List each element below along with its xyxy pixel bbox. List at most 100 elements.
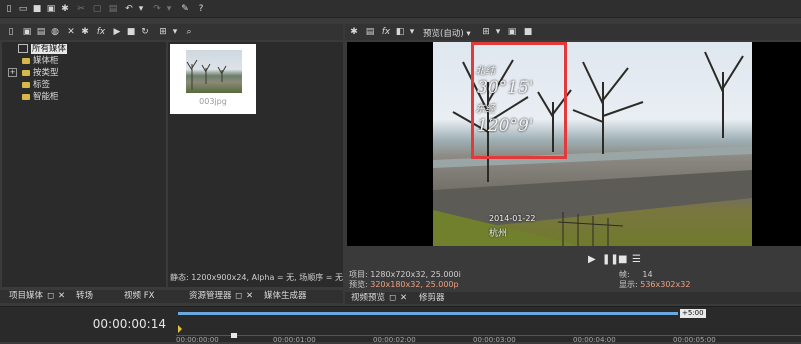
get-media-icon[interactable]: ▤ <box>36 27 46 37</box>
tree-item-all-media[interactable]: 所有媒体 <box>18 44 68 55</box>
chevron-down-icon: ▾ <box>466 29 471 39</box>
folder-icon <box>22 93 30 100</box>
pause-icon[interactable]: ❚❚ <box>602 254 619 265</box>
ruler-label: 00:00:01:00 <box>273 336 316 344</box>
tab-maximize-icon[interactable]: ◻ <box>235 290 242 302</box>
capture-icon[interactable]: ▣ <box>22 27 32 37</box>
media-fx-icon[interactable]: fx <box>96 27 106 37</box>
cursor-marker[interactable] <box>178 325 182 333</box>
preview-resolution-info: 预览: 320x180x32, 25.000p <box>349 280 459 289</box>
save-icon[interactable]: ■ <box>32 4 42 14</box>
place-stamp: 杭州 <box>489 229 508 239</box>
tree-item-tags[interactable]: 标签 <box>22 80 50 91</box>
marker-end-label: +5:00 <box>680 309 706 318</box>
tab-video-fx[interactable]: 视频 FX <box>124 290 154 302</box>
tree-item-by-type[interactable]: + 按类型 <box>8 68 59 79</box>
open-icon[interactable]: ▭ <box>18 4 28 14</box>
properties-icon[interactable]: ✱ <box>60 4 70 14</box>
folder-icon <box>22 57 30 64</box>
remove-icon[interactable]: ✕ <box>66 27 76 37</box>
device-icon[interactable]: ▤ <box>365 27 375 37</box>
video-frame: 北纬 30°15' 东经 120°9' 2014-01-22 杭州 <box>433 42 752 246</box>
media-status: 静态: 1200x900x24, Alpha = 无, 场顺序 = 无( <box>170 273 343 282</box>
tab-maximize-icon[interactable]: ◻ <box>389 292 396 304</box>
cut-icon[interactable]: ✂ <box>76 4 86 14</box>
close-icon[interactable]: ✕ <box>58 290 65 302</box>
video-preview: 北纬 30°15' 东经 120°9' 2014-01-22 杭州 <box>347 42 801 246</box>
play-preview-icon[interactable]: ▶ <box>112 27 122 37</box>
burn-icon[interactable]: ◍ <box>50 27 60 37</box>
tab-video-preview[interactable]: 视频预览 <box>351 292 385 304</box>
preview-quality-dropdown[interactable]: 预览(自动) ▾ <box>423 27 471 39</box>
expand-icon[interactable]: + <box>8 68 17 77</box>
project-info: 项目: 1280x720x32, 25.000i <box>349 270 461 279</box>
tab-project-media[interactable]: 项目媒体 <box>9 290 43 302</box>
undo-dropdown-icon[interactable]: ▾ <box>136 4 146 14</box>
display-info: 显示: 536x302x32 <box>619 280 691 289</box>
split-dropdown-icon[interactable]: ▾ <box>407 27 417 37</box>
folder-icon <box>22 69 30 76</box>
ruler-label: 00:00:05:00 <box>673 336 716 344</box>
media-thumbnail[interactable]: 003jpg <box>170 44 256 114</box>
redo-dropdown-icon[interactable]: ▾ <box>164 4 174 14</box>
preview-toolbar: ✱ ▤ fx ◧ ▾ 预览(自动) ▾ ⊞ ▾ ▣ ■ <box>345 24 801 40</box>
new-icon[interactable]: ▯ <box>4 4 14 14</box>
ruler-label: 00:00:00:00 <box>176 336 219 344</box>
undo-icon[interactable]: ↶ <box>124 4 134 14</box>
preview-properties-icon[interactable]: ✱ <box>349 27 359 37</box>
media-tree: 所有媒体 媒体柜 + 按类型 标签 智能柜 <box>2 42 166 287</box>
tab-explorer[interactable]: 资源管理器 <box>189 290 232 302</box>
folder-icon <box>22 81 30 88</box>
stop-preview-icon[interactable]: ■ <box>126 27 136 37</box>
save-snapshot-icon[interactable]: ■ <box>523 27 533 37</box>
right-tab-bar: 视频预览 ◻ ✕ 修剪器 <box>345 292 801 304</box>
main-toolbar: ▯ ▭ ■ ▣ ✱ ✂ ▢ ▤ ↶ ▾ ↷ ▾ ✎ ? <box>0 0 801 18</box>
copy-snapshot-icon[interactable]: ▣ <box>507 27 517 37</box>
views-icon[interactable]: ⊞ <box>158 27 168 37</box>
tab-transitions[interactable]: 转场 <box>76 290 93 302</box>
close-icon[interactable]: ✕ <box>246 290 253 302</box>
copy-icon[interactable]: ▢ <box>92 4 102 14</box>
tab-trimmer[interactable]: 修剪器 <box>419 292 445 304</box>
save-as-icon[interactable]: ▣ <box>46 4 56 14</box>
help-icon[interactable]: ? <box>196 4 206 14</box>
highlight-box <box>471 42 567 159</box>
all-media-icon <box>18 44 28 53</box>
overlays-dropdown-icon[interactable]: ▾ <box>493 27 503 37</box>
frame-info: 帧: 14 <box>619 270 653 279</box>
thumbnail-caption: 003jpg <box>199 97 227 106</box>
ruler-label: 00:00:02:00 <box>373 336 416 344</box>
paste-icon[interactable]: ▤ <box>108 4 118 14</box>
date-stamp: 2014-01-22 <box>489 214 536 223</box>
playhead-icon[interactable] <box>231 333 237 338</box>
views-dropdown-icon[interactable]: ▾ <box>170 27 180 37</box>
left-tab-bar: 项目媒体 ◻ ✕ 转场 视频 FX 资源管理器 ◻ ✕ 媒体生成器 <box>0 290 343 303</box>
tree-item-smart-bins[interactable]: 智能柜 <box>22 92 59 103</box>
media-pool: 003jpg 静态: 1200x900x24, Alpha = 无, 场顺序 =… <box>168 42 343 287</box>
search-icon[interactable]: ⌕ <box>184 27 194 37</box>
thumbnail-trees <box>186 59 227 90</box>
ruler-label: 00:00:04:00 <box>573 336 616 344</box>
thumbnail-image <box>186 50 242 93</box>
redo-icon[interactable]: ↷ <box>152 4 162 14</box>
media-properties-icon[interactable]: ✱ <box>80 27 90 37</box>
menu-icon[interactable]: ☰ <box>632 254 641 265</box>
close-icon[interactable]: ✕ <box>400 292 407 304</box>
timecode-display: 00:00:00:14 <box>92 317 166 331</box>
tab-close-icon[interactable]: ◻ <box>47 290 54 302</box>
ruler-label: 00:00:03:00 <box>473 336 516 344</box>
preview-fx-icon[interactable]: fx <box>381 27 391 37</box>
tab-media-generators[interactable]: 媒体生成器 <box>264 290 307 302</box>
preview-info: 项目: 1280x720x32, 25.000i 预览: 320x180x32,… <box>349 270 801 294</box>
preview-transport: ▶ ❚❚ ■ ☰ <box>588 254 648 266</box>
stop-icon[interactable]: ■ <box>618 254 627 265</box>
media-panel-toolbar: ▯ ▣ ▤ ◍ ✕ ✱ fx ▶ ■ ↻ ⊞ ▾ ⌕ <box>0 24 343 40</box>
play-icon[interactable]: ▶ <box>588 254 596 265</box>
overlays-icon[interactable]: ⊞ <box>481 27 491 37</box>
marker-bar[interactable] <box>178 312 678 315</box>
tree-item-bins[interactable]: 媒体柜 <box>22 56 59 67</box>
auto-preview-icon[interactable]: ↻ <box>140 27 150 37</box>
tools-icon[interactable]: ✎ <box>180 4 190 14</box>
import-media-icon[interactable]: ▯ <box>6 27 16 37</box>
split-screen-icon[interactable]: ◧ <box>395 27 405 37</box>
